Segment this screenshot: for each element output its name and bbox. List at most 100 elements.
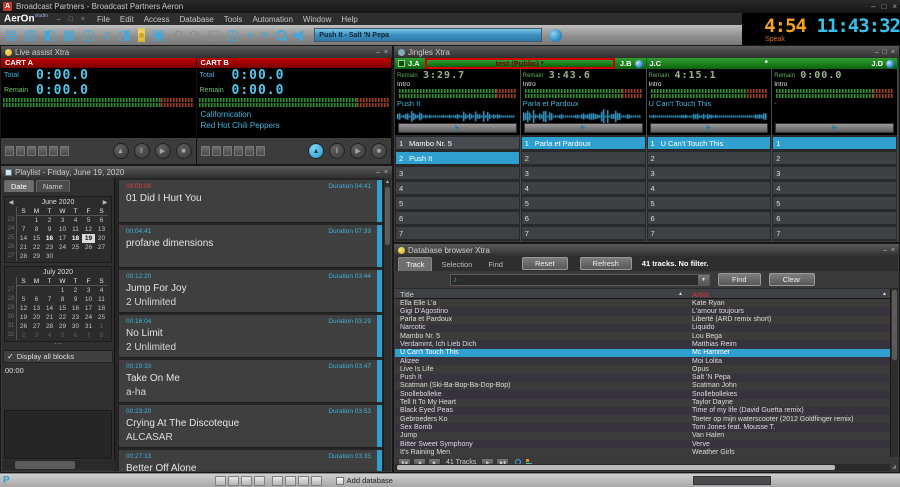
jingle-slot[interactable]: 2Push It [395, 151, 520, 165]
log-icon[interactable]: ▥ [24, 28, 36, 42]
jingle-slot[interactable]: 6 [521, 211, 646, 225]
table-row[interactable]: Verdammt, Ich Lieb DichMatthias Reim [395, 340, 890, 348]
playlist-vscrollbar[interactable]: ▲ [383, 178, 391, 471]
calendar-day[interactable]: 22 [30, 243, 43, 252]
calendar-day[interactable]: 18 [69, 234, 82, 243]
playlist-item[interactable]: 00:27:13Duration 03:35Better Off AloneAl… [119, 450, 377, 471]
status-button-3[interactable] [241, 476, 252, 486]
calendar-day[interactable]: 2 [17, 331, 30, 340]
sort-asc-icon[interactable]: ▲ [678, 291, 683, 297]
calendar-day[interactable]: 25 [95, 313, 108, 322]
calendar-day[interactable]: 27 [30, 322, 43, 331]
jingle-bank-banner[interactable]: test (Public) * [425, 58, 615, 69]
calendar-day[interactable]: 29 [56, 322, 69, 331]
cart-a-preset-6[interactable] [60, 146, 69, 156]
jingle-slot[interactable]: 1Mambo Nr. 5 [395, 136, 520, 150]
calendar-day[interactable]: 10 [82, 295, 95, 304]
cart-b-pause-button[interactable]: ‖ [329, 143, 345, 159]
table-row[interactable]: Sex BombTom Jones feat. Mousse T. [395, 423, 890, 431]
jingle-slot[interactable]: 6 [647, 211, 772, 225]
calendar-day[interactable]: 2 [43, 216, 56, 225]
calendar-day[interactable]: 30 [69, 322, 82, 331]
jingle-slot[interactable]: 4 [772, 181, 897, 195]
table-row[interactable]: JumpVan Halen [395, 432, 890, 440]
add-icon[interactable]: + [246, 28, 254, 42]
database-controls[interactable]: –× [883, 247, 895, 254]
menu-file[interactable]: File [97, 15, 110, 24]
jingle-slot[interactable]: 6 [395, 211, 520, 225]
table-row[interactable]: Tell It To My HeartTaylor Dayne [395, 399, 890, 407]
calendar-day[interactable]: 14 [43, 304, 56, 313]
calendar-day[interactable]: 3 [82, 286, 95, 295]
cart-b-preset-3[interactable] [223, 146, 232, 156]
calendar-day[interactable]: 7 [17, 225, 30, 234]
calendar-day[interactable]: 15 [30, 234, 43, 243]
jingle-slot[interactable]: 5 [772, 196, 897, 210]
calendar-day[interactable]: 10 [56, 225, 69, 234]
calendar-day[interactable]: 31 [82, 322, 95, 331]
status-button-8[interactable] [311, 476, 322, 486]
paste-icon[interactable]: ◰ [227, 28, 239, 42]
calendar-day[interactable]: 17 [56, 234, 69, 243]
table-row[interactable]: AlizeeMoi Lolita [395, 357, 890, 365]
cart-b-preset-6[interactable] [256, 146, 265, 156]
calendar-day[interactable]: 5 [82, 216, 95, 225]
scroll-thumb[interactable] [397, 465, 835, 470]
playlist-icon[interactable]: ▤ [5, 28, 17, 42]
globe-icon[interactable] [549, 29, 562, 42]
table-row[interactable]: It's Raining MenWeather Girls [395, 448, 890, 456]
jingle-slot[interactable]: 4 [647, 181, 772, 195]
music-icon[interactable]: ♫ [101, 28, 111, 42]
status-button-2[interactable] [228, 476, 239, 486]
calendar-day[interactable]: 29 [30, 252, 43, 261]
globe-icon[interactable] [635, 60, 643, 68]
sort-asc-icon[interactable]: ▲ [882, 291, 887, 297]
jingle-slot[interactable]: 7 [772, 226, 897, 240]
scroll-thumb[interactable] [892, 290, 897, 360]
jingle-slot[interactable]: 1 [772, 136, 897, 150]
refresh-button[interactable]: Refresh [580, 257, 632, 270]
calendar-day[interactable]: 4 [43, 331, 56, 340]
scroll-thumb[interactable] [385, 187, 390, 245]
calendar-day[interactable]: 8 [95, 331, 108, 340]
calendar-day[interactable]: 5 [17, 295, 30, 304]
table-row[interactable]: U Can't Touch ThisMc Hammer [395, 349, 890, 357]
calendar-day[interactable]: 15 [56, 304, 69, 313]
table-row[interactable]: Bitter Sweet SymphonyVerve [395, 440, 890, 448]
menu-edit[interactable]: Edit [120, 15, 134, 24]
jingle-slot[interactable]: 6 [772, 211, 897, 225]
cart-b-preset-4[interactable] [234, 146, 243, 156]
scroll-up-icon[interactable]: ▲ [384, 178, 391, 186]
cart-a-preset-4[interactable] [38, 146, 47, 156]
calendar-day[interactable]: 30 [43, 252, 56, 261]
search-icon[interactable] [275, 29, 287, 42]
menu-automation[interactable]: Automation [252, 15, 292, 24]
speaker-icon[interactable] [294, 29, 307, 42]
calendar-day[interactable]: 24 [56, 243, 69, 252]
cart-a-play-button[interactable]: ▶ [155, 143, 171, 159]
table-row[interactable]: Gigi D'AgostinoL'amour toujours [395, 307, 890, 315]
calendar-day[interactable]: 28 [43, 322, 56, 331]
jingles-titlebar[interactable]: Jingles Xtra –□× [394, 46, 899, 58]
calendar-day[interactable]: 20 [95, 234, 108, 243]
globe-icon[interactable] [886, 60, 894, 68]
column-artist[interactable]: Artist [692, 290, 709, 299]
calendar-day[interactable]: 18 [95, 304, 108, 313]
calendar-day[interactable]: 6 [30, 295, 43, 304]
table-vscrollbar[interactable] [890, 289, 898, 457]
playlist-item[interactable]: 00:19:33Duration 03:47Take On Mea-ha [119, 360, 377, 403]
table-row[interactable]: NarcoticLiquido [395, 324, 890, 332]
calendar-day[interactable]: 1 [95, 322, 108, 331]
calendar-day[interactable]: 6 [69, 331, 82, 340]
tab-date[interactable]: Date [4, 180, 34, 192]
table-row[interactable]: Black Eyed PeasTime of my life (David Gu… [395, 407, 890, 415]
jingle-slot[interactable]: 3 [772, 166, 897, 180]
table-row[interactable]: Live Is LifeOpus [395, 365, 890, 373]
jingle-slot[interactable]: 2 [772, 151, 897, 165]
cart-icon[interactable]: ◧ [44, 28, 56, 42]
calendar-day[interactable]: 7 [82, 331, 95, 340]
deck-play-button[interactable]: ▶ [524, 123, 643, 133]
calendar-day[interactable]: 14 [17, 234, 30, 243]
calendar-day[interactable]: 19 [82, 234, 95, 243]
calendar-day[interactable]: 21 [43, 313, 56, 322]
